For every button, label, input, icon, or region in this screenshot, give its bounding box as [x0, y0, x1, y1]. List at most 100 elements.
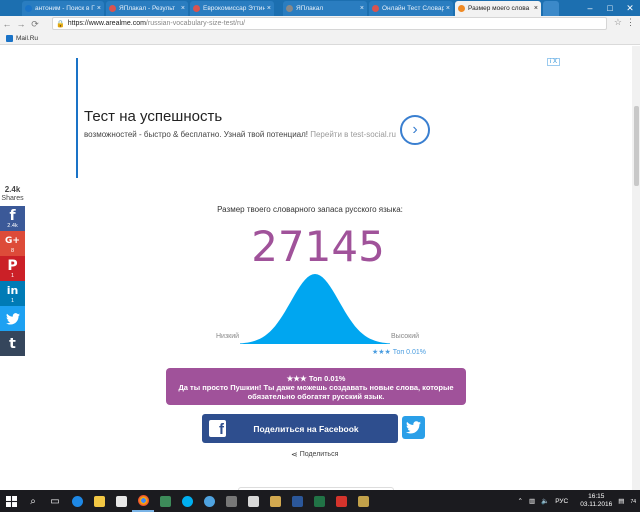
tab-label: Размер моего слова	[468, 5, 530, 12]
address-bar[interactable]: 🔒 https://www.arealme.com/russian-vocabu…	[52, 17, 607, 30]
tumblr-share-button[interactable]: t	[0, 331, 25, 356]
label-low: Низкий	[216, 333, 240, 340]
ad-link[interactable]: Перейти в test-social.ru	[310, 130, 396, 139]
tumblr-icon: t	[9, 335, 16, 352]
network-icon[interactable]: ▥	[529, 497, 535, 505]
close-icon[interactable]: ×	[267, 5, 271, 12]
bell-curve	[240, 274, 390, 344]
linkedin-share-button[interactable]: in 1	[0, 281, 25, 306]
archive-icon[interactable]	[352, 490, 374, 512]
menu-icon[interactable]: ⋮	[626, 17, 635, 28]
app-icon-light[interactable]	[242, 490, 264, 512]
tab-label: Еврокомиссар Эттин	[203, 5, 265, 12]
scrollbar-thumb[interactable]	[634, 106, 639, 186]
tab-strip: антоним - Поиск в Г × ЯПлакал - Результ …	[0, 0, 640, 16]
facebook-share-button[interactable]: f 2.4k	[0, 206, 25, 231]
close-icon[interactable]: ×	[534, 5, 538, 12]
news-icon	[193, 5, 200, 12]
maximize-icon[interactable]: □	[600, 0, 620, 16]
bookmark-mailru[interactable]: Mail.Ru	[16, 35, 38, 42]
minimize-icon[interactable]: –	[580, 0, 600, 16]
tab-4[interactable]: ЯПлакал ×	[283, 1, 367, 16]
share-total-label: Shares	[1, 195, 24, 202]
store-icon[interactable]	[110, 490, 132, 512]
search-icon[interactable]: ⌕	[22, 490, 44, 512]
edge-icon[interactable]	[66, 490, 88, 512]
result-message-box: ★★★ Топ 0.01% Да ты просто Пушкин! Ты да…	[166, 368, 466, 405]
page-scrollbar[interactable]	[632, 46, 640, 490]
close-icon[interactable]: ×	[446, 5, 450, 12]
ad-title[interactable]: Тест на успешность	[84, 108, 222, 125]
reload-icon[interactable]: ⟳	[28, 17, 42, 31]
ad-description-text: возможностей - быстро & бесплатно. Узнай…	[84, 130, 308, 139]
photos-icon[interactable]	[264, 490, 286, 512]
start-button[interactable]	[0, 490, 22, 512]
app-icon-blue[interactable]	[198, 490, 220, 512]
word-icon[interactable]	[286, 490, 308, 512]
clock-time: 16:15	[588, 493, 605, 500]
close-window-icon[interactable]: ✕	[620, 0, 640, 16]
app-icon-green[interactable]	[154, 490, 176, 512]
share-link[interactable]: ⋖ Поделиться	[291, 450, 338, 459]
close-icon[interactable]: ×	[181, 5, 185, 12]
lock-icon: 🔒	[56, 20, 65, 28]
clock[interactable]: 16:15 03.11.2016	[574, 493, 612, 509]
page-content: i X Тест на успешность возможностей - бы…	[0, 46, 632, 490]
tray-chevron-up-icon[interactable]: ⌃	[517, 497, 522, 505]
share-total: 2.4k Shares	[0, 186, 25, 203]
url-path: /russian-vocabulary-size-test/ru/	[145, 20, 246, 27]
top-percent-label: ★★★ Топ 0.01%	[372, 349, 426, 356]
test-site-icon	[372, 5, 379, 12]
url-host: https://www.arealme.com	[67, 20, 146, 27]
pinterest-icon: P	[7, 257, 18, 274]
browser-toolbar: ← → ⟳ 🔒 https://www.arealme.com/russian-…	[0, 16, 640, 32]
notification-count: 74	[630, 499, 636, 505]
yaplakal-icon	[109, 5, 116, 12]
notifications-icon[interactable]: ▤ 74	[618, 497, 636, 505]
volume-icon[interactable]: 🔈	[541, 497, 549, 505]
back-icon[interactable]: ←	[0, 17, 14, 31]
linkedin-icon: in	[6, 283, 19, 297]
task-view-icon[interactable]: ▭	[44, 490, 66, 512]
facebook-share-count: 2.4k	[7, 222, 18, 229]
tab-label: ЯПлакал - Результ	[119, 5, 176, 12]
bookmark-star-icon[interactable]: ☆	[614, 17, 622, 28]
pinterest-share-button[interactable]: P 1	[0, 256, 25, 281]
result-box-text: Да ты просто Пушкин! Ты даже можешь созд…	[178, 383, 454, 401]
app-icon-gray[interactable]	[220, 490, 242, 512]
tab-5[interactable]: Онлайн Тест Словар ×	[369, 1, 453, 16]
tab-6-active[interactable]: Размер моего слова ×	[455, 1, 541, 16]
facebook-icon: f	[209, 420, 226, 437]
chevron-right-icon[interactable]: ›	[400, 115, 430, 145]
file-explorer-icon[interactable]	[88, 490, 110, 512]
tab-1[interactable]: антоним - Поиск в Г ×	[22, 1, 104, 16]
forward-icon[interactable]: →	[14, 17, 28, 31]
result-box-title: ★★★ Топ 0.01%	[286, 374, 346, 383]
skype-icon[interactable]	[176, 490, 198, 512]
twitter-share-button[interactable]	[0, 306, 25, 331]
label-high: Высокий	[391, 333, 420, 340]
excel-icon[interactable]	[308, 490, 330, 512]
share-twitter-button[interactable]	[402, 416, 425, 439]
google-plus-icon: G+	[5, 235, 20, 246]
new-tab-button[interactable]	[543, 1, 559, 16]
ad-description: возможностей - быстро & бесплатно. Узнай…	[84, 130, 404, 140]
close-icon[interactable]: ×	[360, 5, 364, 12]
close-icon[interactable]: ×	[97, 5, 101, 12]
ad-banner[interactable]: i X Тест на успешность возможностей - бы…	[76, 58, 560, 178]
windows-taskbar: ⌕ ▭ ⌃ ▥ 🔈 РУС 16:15 03.11.2016 ▤ 74	[0, 490, 640, 512]
acrobat-icon[interactable]	[330, 490, 352, 512]
tab-3[interactable]: Еврокомиссар Эттин ×	[190, 1, 274, 16]
ad-choices-badge[interactable]: i X	[546, 58, 560, 66]
input-language[interactable]: РУС	[555, 498, 568, 505]
share-facebook-button[interactable]: f Поделиться на Facebook	[202, 414, 398, 443]
tab-label: Онлайн Тест Словар	[382, 5, 444, 12]
result-heading: Размер твоего словарного запаса русского…	[217, 205, 403, 214]
pinterest-share-count: 1	[10, 272, 15, 279]
google-plus-share-button[interactable]: G+ 8	[0, 231, 25, 256]
vocabulary-score: 27145	[251, 222, 385, 271]
facebook-icon: f	[9, 207, 16, 224]
chrome-icon[interactable]	[132, 490, 154, 512]
tab-2[interactable]: ЯПлакал - Результ ×	[106, 1, 188, 16]
tab-label: антоним - Поиск в Г	[35, 5, 95, 12]
